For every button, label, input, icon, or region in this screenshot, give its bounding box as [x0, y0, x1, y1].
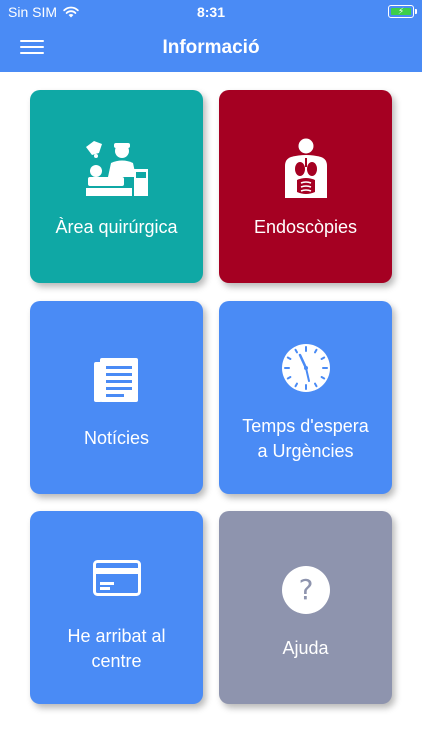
tile-news[interactable]: Notícies	[30, 301, 203, 494]
tile-label: Temps d'espera a Urgències	[242, 415, 369, 461]
header: Sin SIM 8:31 ⚡ Informació	[0, 0, 422, 72]
app: Sin SIM 8:31 ⚡ Informació Àrea quirúrgic…	[0, 0, 422, 750]
nav-bar: Informació	[0, 24, 422, 72]
tile-label: Notícies	[83, 428, 150, 448]
body-organs-icon	[270, 133, 342, 205]
svg-text:?: ?	[298, 573, 313, 606]
tile-help[interactable]: ? Ajuda	[219, 511, 392, 704]
tile-label: Àrea quirúrgica	[55, 217, 178, 237]
carrier-info: Sin SIM	[8, 4, 79, 20]
battery-icon: ⚡	[388, 5, 417, 18]
status-time: 8:31	[196, 4, 226, 20]
charging-bolt-icon: ⚡	[397, 6, 405, 16]
surgery-icon	[81, 133, 153, 205]
hamburger-menu-icon[interactable]	[20, 38, 44, 56]
tile-endoscopies[interactable]: Endoscòpies	[219, 90, 392, 283]
tile-surgical-area[interactable]: Àrea quirúrgica	[30, 90, 203, 283]
card-icon	[81, 542, 153, 614]
tile-label: Ajuda	[282, 638, 329, 658]
tile-label: Endoscòpies	[253, 217, 358, 237]
clock-icon	[270, 332, 342, 404]
tile-label: He arribat al centre	[67, 625, 166, 671]
page-title: Informació	[162, 37, 260, 58]
wifi-icon	[63, 6, 79, 18]
carrier-label: Sin SIM	[8, 4, 58, 20]
tile-arrived-at-center[interactable]: He arribat al centre	[30, 511, 203, 704]
help-icon: ?	[270, 554, 342, 626]
tile-emergency-wait-time[interactable]: Temps d'espera a Urgències	[219, 301, 392, 494]
newspaper-icon	[81, 344, 153, 416]
status-bar: Sin SIM 8:31 ⚡	[0, 0, 422, 24]
